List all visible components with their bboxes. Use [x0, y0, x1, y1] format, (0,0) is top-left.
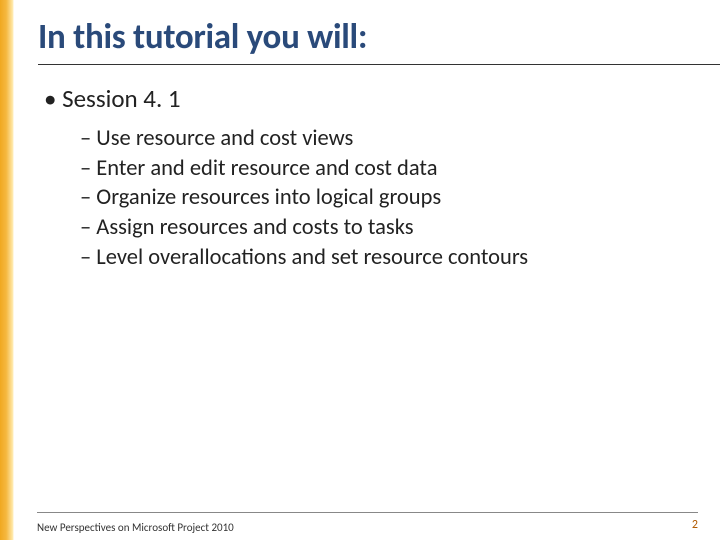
title-divider: [38, 64, 720, 65]
session-heading: Session 4. 1: [44, 83, 696, 114]
list-item: Enter and edit resource and cost data: [80, 154, 696, 184]
slide-title: In this tutorial you will:: [38, 16, 696, 58]
footer-divider: [37, 512, 698, 513]
list-item: Assign resources and costs to tasks: [80, 213, 696, 243]
slide-content: In this tutorial you will: Session 4. 1 …: [20, 0, 720, 540]
list-item: Use resource and cost views: [80, 124, 696, 154]
list-item: Level overallocations and set resource c…: [80, 243, 696, 273]
accent-stripe: [0, 0, 14, 540]
list-item: Organize resources into logical groups: [80, 183, 696, 213]
page-number: 2: [692, 518, 698, 532]
footer-text: New Perspectives on Microsoft Project 20…: [37, 521, 234, 534]
slide-footer: New Perspectives on Microsoft Project 20…: [20, 512, 720, 540]
